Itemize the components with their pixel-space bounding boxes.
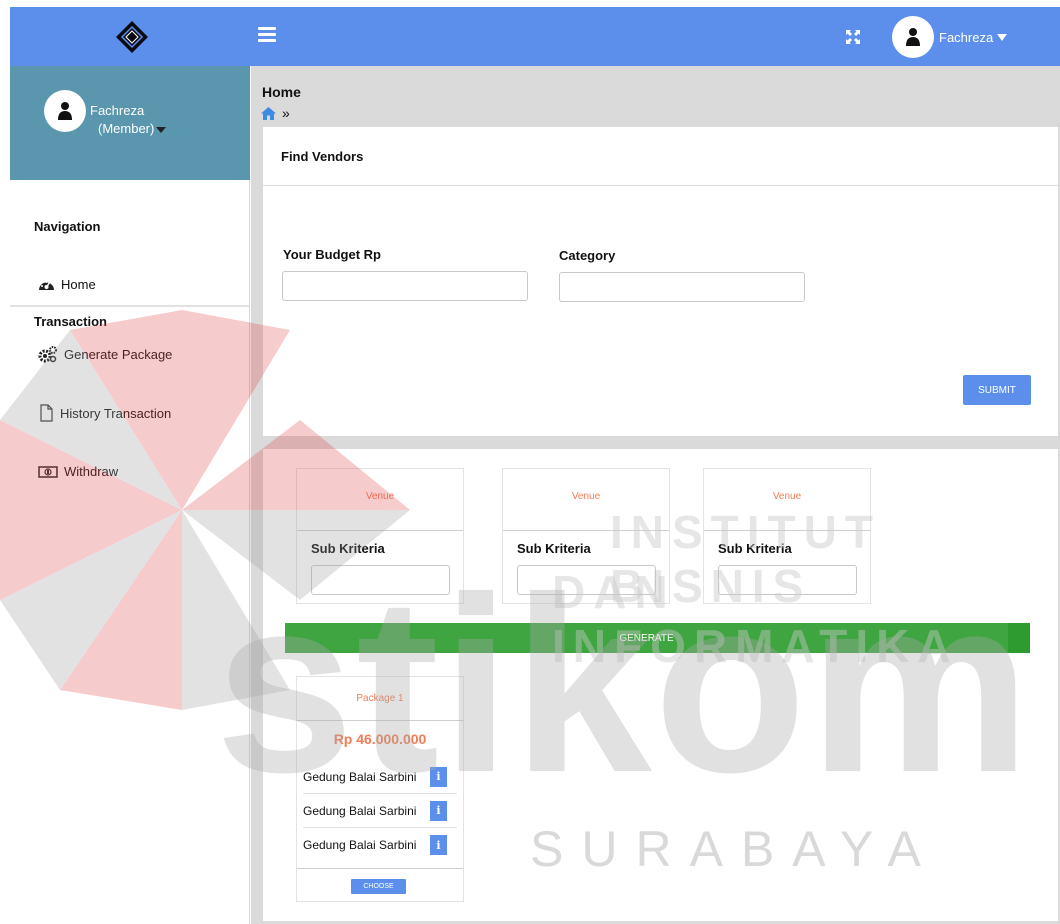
sub-criteria-input[interactable] <box>718 565 857 595</box>
sidebar: Fachreza (Member) Navigation Home Transa… <box>10 66 250 924</box>
category-input[interactable] <box>559 272 805 302</box>
criteria-card: Venue Sub Kriteria <box>296 468 464 604</box>
package-item-label: Gedung Balai Sarbini <box>303 838 417 852</box>
profile-name: Fachreza <box>90 103 145 118</box>
caret-down-icon <box>156 126 167 133</box>
home-icon[interactable] <box>261 106 276 120</box>
user-icon <box>58 102 72 120</box>
money-icon <box>38 465 58 478</box>
file-icon <box>40 404 53 422</box>
divider <box>263 185 1058 186</box>
fullscreen-icon[interactable] <box>845 29 861 45</box>
card-title: Find Vendors <box>281 149 364 164</box>
profile-role: (Member) <box>98 121 155 136</box>
breadcrumb-separator: » <box>282 105 290 121</box>
sidebar-item-withdraw[interactable]: Withdraw <box>38 464 118 479</box>
divider <box>297 868 463 869</box>
avatar <box>892 16 934 58</box>
sub-criteria-label: Sub Kriteria <box>311 541 385 556</box>
sidebar-item-history-transaction[interactable]: History Transaction <box>38 404 171 422</box>
caret-down-icon <box>997 33 1008 41</box>
breadcrumb: » <box>261 105 290 121</box>
logo-icon[interactable] <box>116 21 148 53</box>
page: { "header": { "username": "Fachreza" }, … <box>0 0 1060 924</box>
sidebar-item-label: Generate Package <box>64 347 173 362</box>
package-card: Package 1 Rp 46.000.000 Gedung Balai Sar… <box>296 676 464 902</box>
choose-button[interactable]: CHOOSE <box>351 879 406 894</box>
package-item-label: Gedung Balai Sarbini <box>303 803 417 818</box>
package-price: Rp 46.000.000 <box>333 731 427 747</box>
dashboard-icon <box>39 280 54 290</box>
user-menu[interactable]: Fachreza <box>892 15 1008 59</box>
budget-label: Your Budget Rp <box>283 247 381 262</box>
profile-role-dropdown[interactable]: (Member) <box>98 121 167 136</box>
package-item-label: Gedung Balai Sarbini <box>303 769 417 784</box>
sidebar-item-home[interactable]: Home <box>38 277 96 292</box>
sidebar-item-label: Home <box>61 277 96 292</box>
sidebar-item-label: Withdraw <box>64 464 119 479</box>
category-label: Category <box>559 248 616 263</box>
criteria-card: Venue Sub Kriteria <box>502 468 670 604</box>
username-label: Fachreza <box>939 29 994 45</box>
sub-criteria-label: Sub Kriteria <box>718 541 792 556</box>
top-navbar: Fachreza <box>10 7 1060 66</box>
find-vendors-card: Find Vendors Your Budget Rp Category SUB… <box>263 127 1058 436</box>
info-icon[interactable]: i <box>430 835 447 855</box>
sub-criteria-input[interactable] <box>311 565 450 595</box>
package-item: Gedung Balai Sarbini i <box>303 828 457 862</box>
info-icon[interactable]: i <box>430 800 447 821</box>
criteria-title: Venue <box>503 469 669 531</box>
package-item: Gedung Balai Sarbini i <box>303 794 457 828</box>
sub-criteria-label: Sub Kriteria <box>517 541 591 556</box>
transaction-heading: Transaction <box>34 314 107 329</box>
sidebar-item-label: History Transaction <box>60 405 172 421</box>
generate-button[interactable]: GENERATE <box>285 623 1030 653</box>
budget-input[interactable] <box>282 271 528 301</box>
criteria-card: Venue Sub Kriteria <box>703 468 871 604</box>
user-icon <box>906 28 920 46</box>
package-item: Gedung Balai Sarbini i <box>303 760 457 794</box>
results-panel: Venue Sub Kriteria Venue Sub Kriteria Ve… <box>263 449 1058 921</box>
divider <box>10 305 250 307</box>
sidebar-item-generate-package[interactable]: Generate Package <box>38 346 172 363</box>
hamburger-icon[interactable] <box>258 27 276 45</box>
cogs-icon <box>38 346 57 363</box>
info-icon[interactable]: i <box>430 766 447 787</box>
submit-button[interactable]: SUBMIT <box>963 375 1031 405</box>
package-title: Package 1 <box>297 677 463 721</box>
main-content: Home » Find Vendors Your Budget Rp Categ… <box>251 66 1060 924</box>
criteria-title: Venue <box>297 469 463 531</box>
page-title: Home <box>262 84 301 100</box>
sidebar-profile: Fachreza (Member) <box>10 66 250 180</box>
criteria-title: Venue <box>704 469 870 531</box>
avatar <box>44 90 86 132</box>
nav-heading: Navigation <box>34 219 101 234</box>
sub-criteria-input[interactable] <box>517 565 656 595</box>
